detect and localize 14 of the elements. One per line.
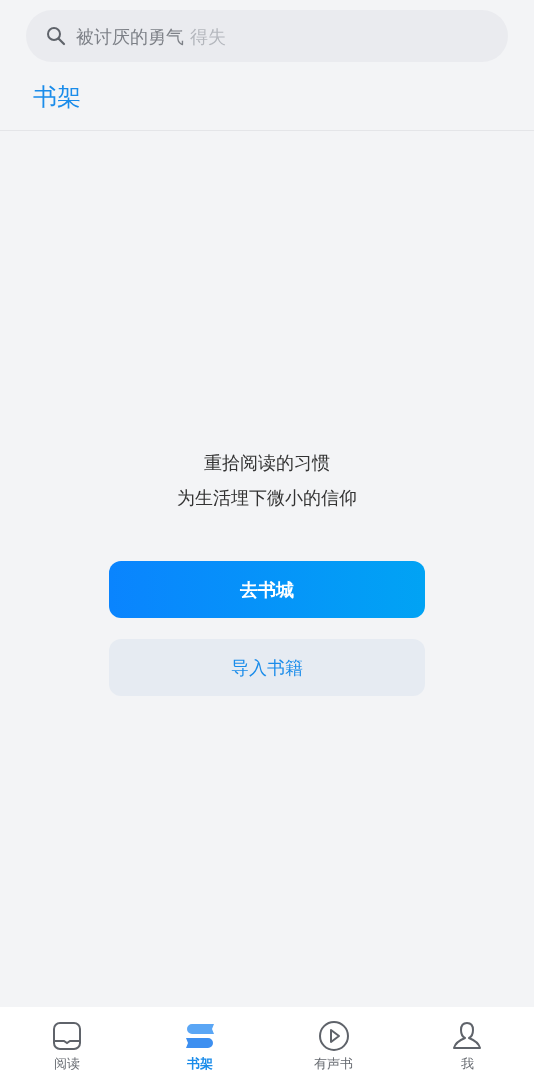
tab[interactable]: 阅读 bbox=[0, 1007, 134, 1081]
empty-message: 重拾阅读的习惯 bbox=[204, 451, 330, 475]
play-icon bbox=[317, 1019, 350, 1052]
import-button[interactable]: 导入书籍 bbox=[109, 639, 425, 696]
empty-message: 为生活埋下微小的信仰 bbox=[177, 486, 357, 510]
search-icon bbox=[46, 26, 66, 46]
bookstore-button[interactable]: 去书城 bbox=[109, 561, 425, 618]
tab[interactable]: 有声书 bbox=[267, 1007, 401, 1081]
person-icon bbox=[451, 1019, 484, 1052]
tab[interactable]: 我 bbox=[400, 1007, 534, 1081]
page-title: 书架 bbox=[33, 82, 82, 113]
tab[interactable]: 书架 bbox=[133, 1007, 267, 1081]
book-icon bbox=[50, 1019, 83, 1052]
search-input[interactable]: 被讨厌的勇气 bbox=[76, 22, 188, 50]
